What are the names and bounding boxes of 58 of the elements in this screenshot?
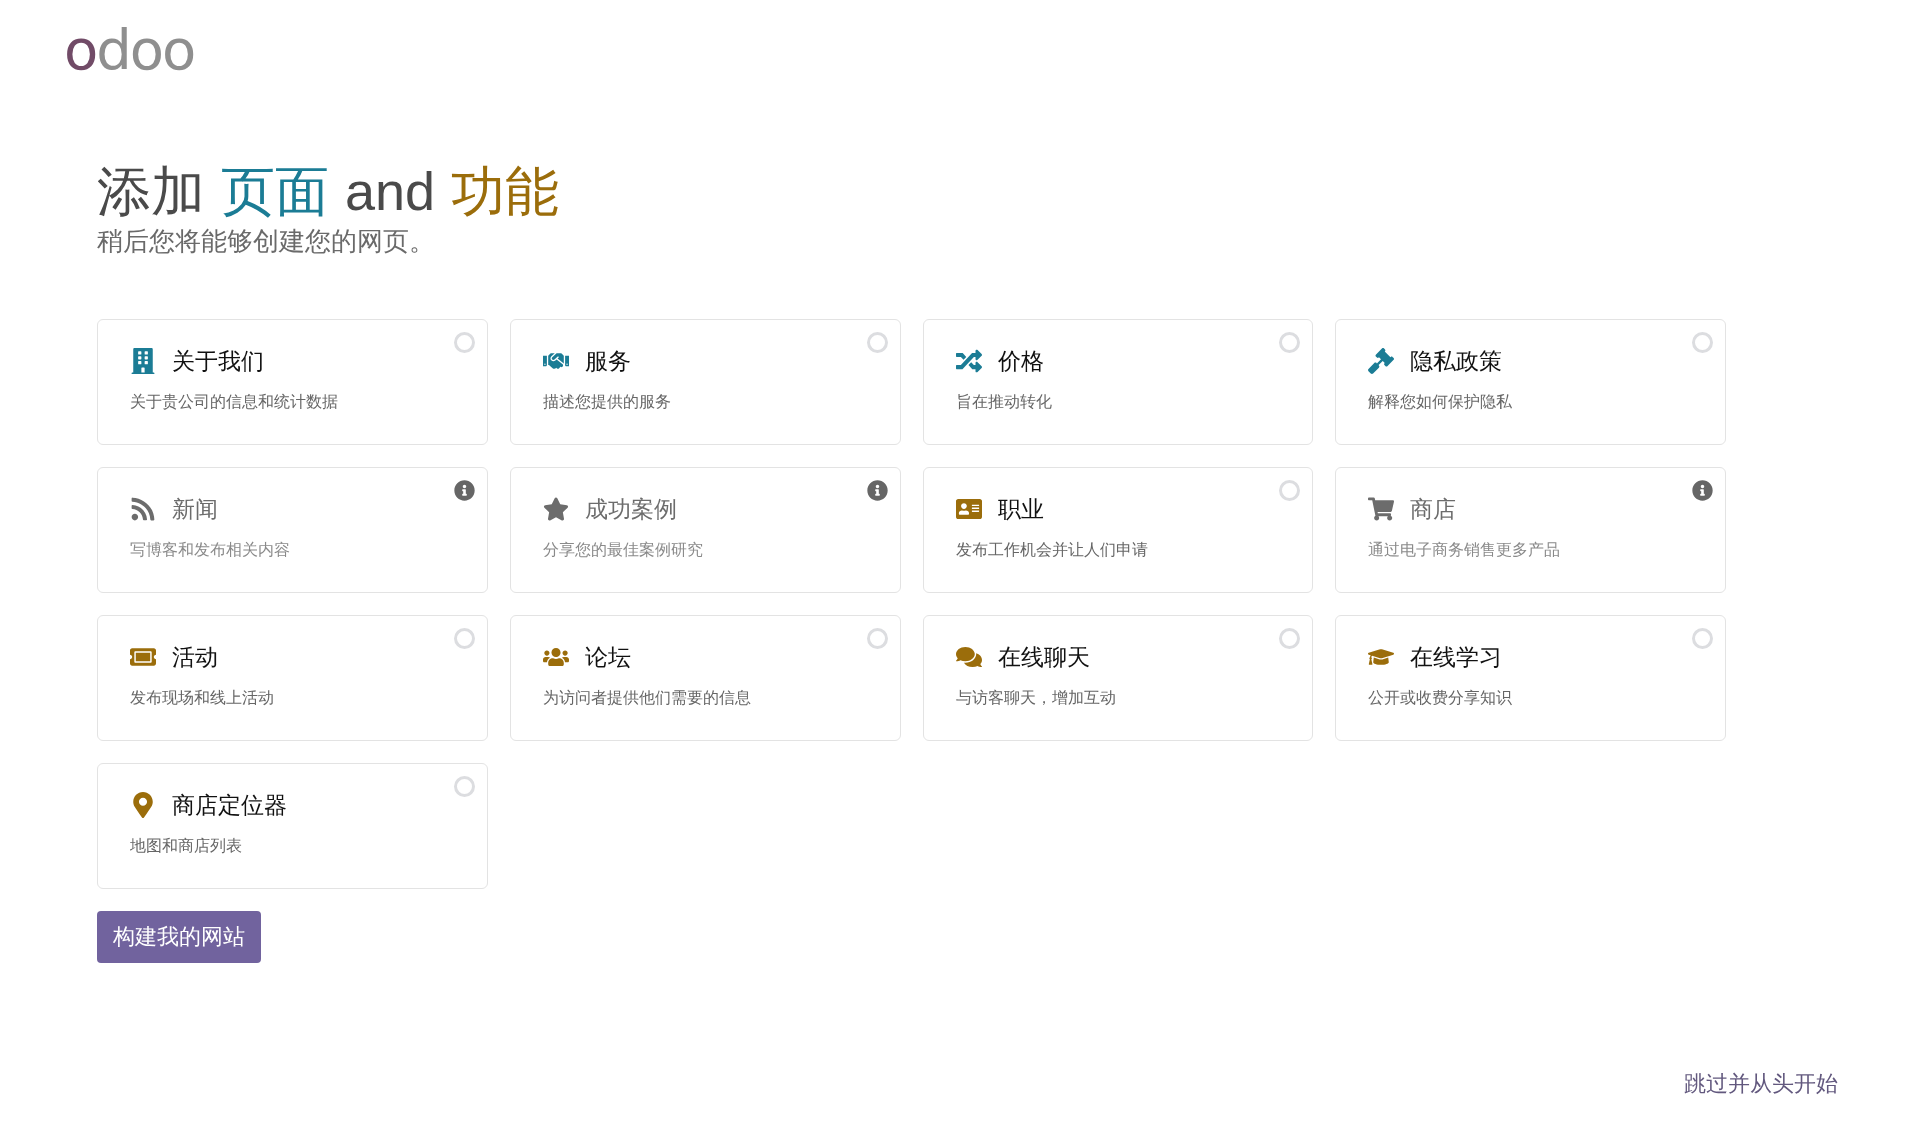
checkbox[interactable] — [866, 627, 888, 649]
feature-card[interactable]: 职业 发布工作机会并让人们申请 — [922, 466, 1314, 593]
card-description: 解释您如何保护隐私 — [1368, 392, 1514, 412]
feature-card[interactable]: 论坛 为访问者提供他们需要的信息 — [509, 614, 901, 741]
checkbox[interactable] — [1692, 627, 1713, 649]
checkbox[interactable] — [453, 627, 475, 649]
feature-card[interactable]: 在线学习 公开或收费分享知识 — [1335, 614, 1726, 741]
card-title: 职业 — [997, 494, 1044, 524]
feature-card[interactable]: 隐私政策 解释您如何保护隐私 — [1335, 318, 1726, 445]
checkbox[interactable] — [453, 331, 475, 353]
page-subtitle: 稍后您将能够创建您的网页。 — [97, 224, 436, 258]
card-description: 描述您提供的服务 — [542, 392, 672, 412]
checkbox[interactable] — [866, 331, 888, 353]
building-icon — [130, 347, 156, 374]
checkbox[interactable] — [1279, 479, 1301, 501]
checkbox[interactable] — [1279, 331, 1301, 353]
card-title: 成功案例 — [584, 494, 677, 524]
skip-link[interactable]: 跳过并从头开始 — [1684, 1067, 1838, 1100]
feature-card[interactable]: 在线聊天 与访客聊天，增加互动 — [922, 614, 1314, 741]
build-website-button[interactable]: 构建我的网站 — [97, 910, 261, 963]
cart-icon — [1368, 495, 1395, 522]
card-description: 与访客聊天，增加互动 — [955, 688, 1117, 708]
card-title: 在线学习 — [1410, 642, 1503, 672]
star-icon — [542, 495, 569, 522]
checkbox[interactable] — [453, 775, 475, 797]
card-title: 商店定位器 — [172, 790, 287, 820]
card-description: 发布工作机会并让人们申请 — [955, 540, 1149, 560]
card-title: 隐私政策 — [1410, 346, 1503, 376]
feature-card[interactable]: 活动 发布现场和线上活动 — [97, 614, 488, 741]
card-description: 公开或收费分享知识 — [1368, 688, 1514, 708]
card-title: 价格 — [997, 346, 1044, 376]
feature-card[interactable]: 商店定位器 地图和商店列表 — [97, 762, 488, 889]
shuffle-arrows-icon — [955, 347, 982, 374]
card-title: 关于我们 — [172, 346, 264, 376]
checkbox[interactable] — [1279, 627, 1301, 649]
logo: odoo — [64, 22, 195, 78]
card-description: 地图和商店列表 — [130, 836, 243, 856]
card-description: 写博客和发布相关内容 — [130, 540, 291, 560]
card-title: 在线聊天 — [997, 642, 1090, 672]
checkbox[interactable] — [1692, 331, 1713, 353]
rss-icon — [130, 495, 156, 522]
card-description: 通过电子商务销售更多产品 — [1368, 540, 1562, 560]
feature-card[interactable]: 关于我们 关于贵公司的信息和统计数据 — [97, 318, 488, 445]
card-description: 关于贵公司的信息和统计数据 — [130, 392, 339, 412]
map-pin-icon — [130, 791, 156, 818]
card-title: 商店 — [1410, 494, 1457, 524]
card-description: 旨在推动转化 — [955, 392, 1053, 412]
card-description: 发布现场和线上活动 — [130, 688, 275, 708]
card-title: 论坛 — [584, 642, 631, 672]
gavel-icon — [1368, 347, 1395, 374]
card-description: 为访问者提供他们需要的信息 — [542, 688, 752, 708]
card-title: 服务 — [584, 346, 631, 376]
card-title: 活动 — [172, 642, 218, 672]
page-heading: 添加 页面 and 功能 — [97, 160, 561, 223]
card-title: 新闻 — [172, 494, 218, 524]
feature-card[interactable]: 服务 描述您提供的服务 — [509, 318, 901, 445]
feature-card[interactable]: 价格 旨在推动转化 — [922, 318, 1314, 445]
card-description: 分享您的最佳案例研究 — [542, 540, 704, 560]
